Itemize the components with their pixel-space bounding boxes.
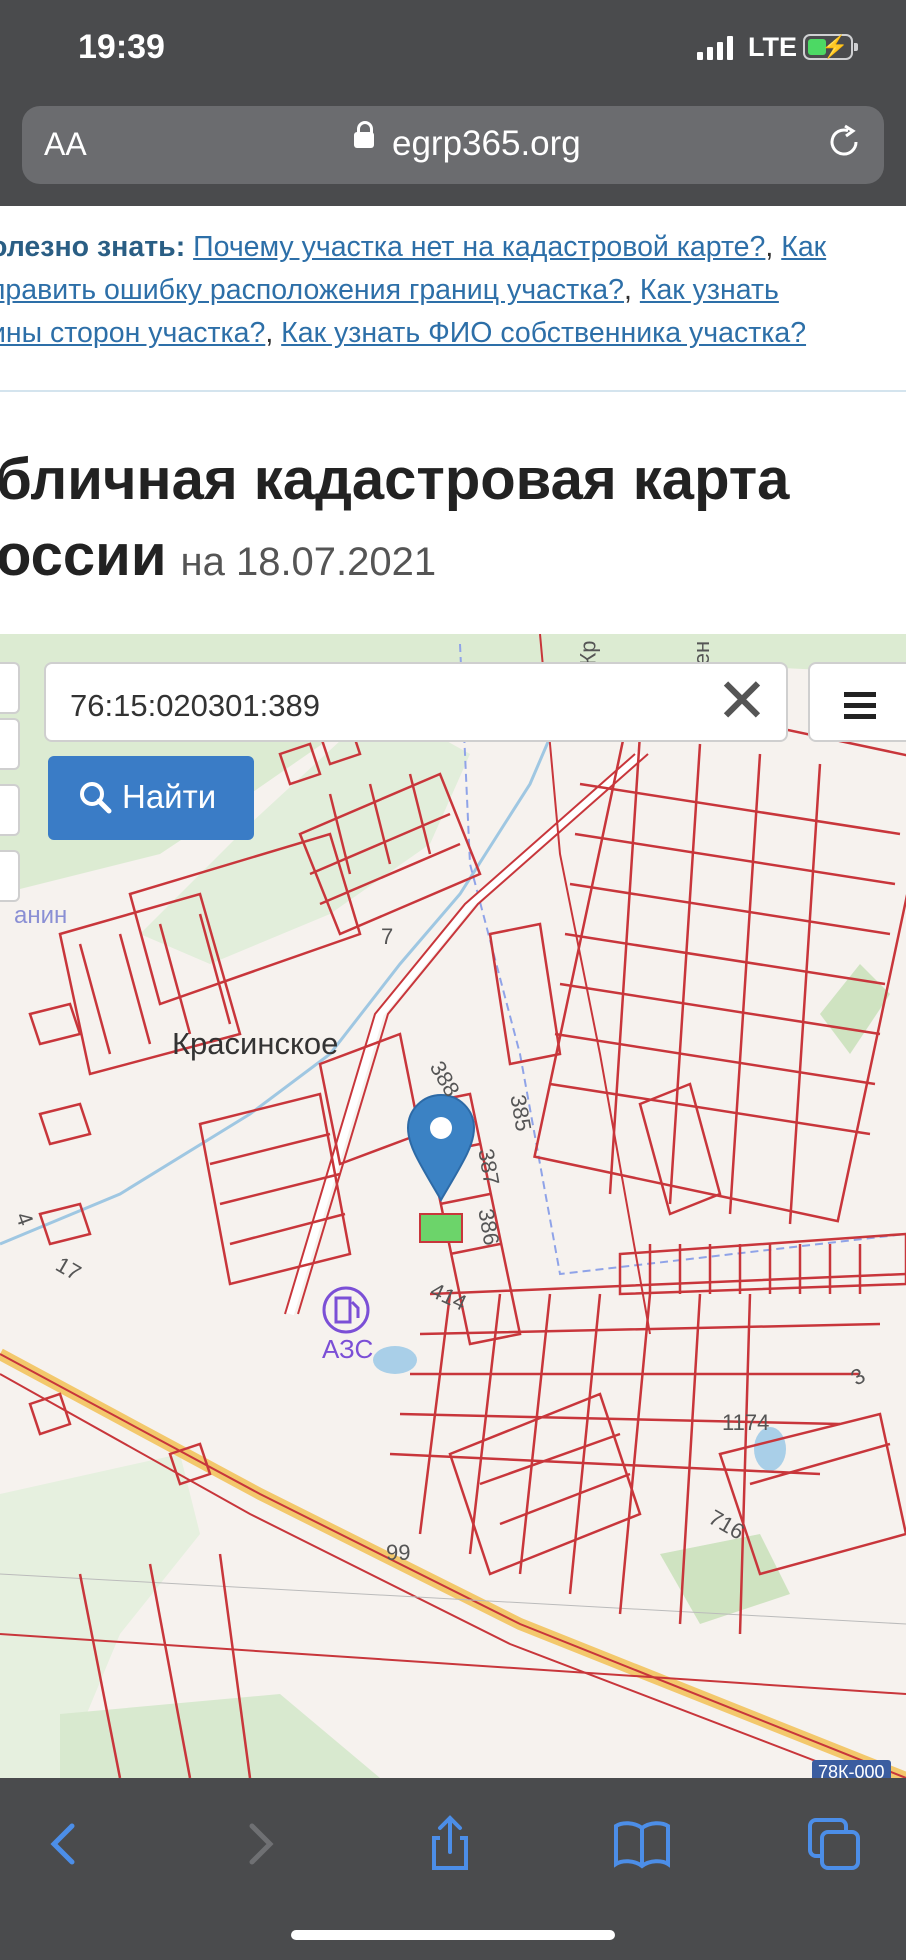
link-owner-name[interactable]: Как узнать ФИО собственника участка? <box>281 317 806 349</box>
hamburger-icon <box>844 692 876 725</box>
back-icon[interactable] <box>34 1814 94 1874</box>
menu-button[interactable] <box>808 662 906 742</box>
cadastral-map[interactable]: Красинское АЗС 7 388 385 387 386 414 117… <box>0 634 906 1778</box>
browser-toolbar <box>0 1778 906 1960</box>
link-fix-boundaries[interactable]: править ошибку расположения границ участ… <box>0 274 624 306</box>
tabs-icon[interactable] <box>804 1814 864 1874</box>
page-title-line2: оссии на 18.07.2021 <box>0 523 437 588</box>
zoom-out-button[interactable] <box>0 718 20 770</box>
find-button[interactable]: Найти <box>48 756 254 840</box>
link-how-know[interactable]: Как узнать <box>640 274 779 306</box>
find-label: Найти <box>122 778 217 815</box>
page-content: олезно знать: Почему участка нет на када… <box>0 206 906 1778</box>
cadastral-search[interactable]: 76:15:020301:389 ✕ <box>44 662 788 742</box>
map-control-button[interactable] <box>0 784 20 836</box>
zoom-in-button[interactable] <box>0 662 20 714</box>
plot-number[interactable]: 7 <box>381 924 393 950</box>
reload-icon[interactable] <box>826 124 862 160</box>
village-label: Красинское <box>172 1026 339 1061</box>
plot-number[interactable]: 1174 <box>722 1410 769 1436</box>
plot-number[interactable]: 99 <box>386 1540 410 1566</box>
home-indicator <box>291 1930 615 1940</box>
info-label: олезно знать: <box>0 231 186 263</box>
partial-label: анин <box>14 902 68 929</box>
map-date: на 18.07.2021 <box>180 540 437 584</box>
map-layer-button[interactable] <box>0 850 20 902</box>
search-icon <box>80 782 112 814</box>
useful-info: олезно знать: Почему участка нет на када… <box>0 226 906 355</box>
network-type: LTE <box>748 32 797 62</box>
lock-icon <box>354 121 374 148</box>
status-bar: 19:39 LTE ⚡ <box>0 0 906 104</box>
location-pin <box>406 1094 476 1202</box>
share-icon[interactable] <box>420 1814 480 1874</box>
battery-icon: ⚡ <box>803 34 858 60</box>
page-title: бличная кадастровая карта <box>0 447 790 512</box>
gas-station-label[interactable]: АЗС <box>322 1334 373 1365</box>
clock: 19:39 <box>78 28 165 66</box>
road-badge: 78К-000 <box>812 1760 891 1778</box>
link-how[interactable]: Как <box>781 231 826 263</box>
signal-icon <box>697 36 733 60</box>
link-no-plot[interactable]: Почему участка нет на кадастровой карте? <box>193 231 765 263</box>
forward-icon[interactable] <box>230 1814 290 1874</box>
browser-address-area: AA egrp365.org <box>0 104 906 206</box>
text-size-button[interactable]: AA <box>44 126 87 163</box>
link-side-lengths[interactable]: ины сторон участка? <box>0 317 265 349</box>
divider <box>0 390 906 392</box>
address-bar[interactable]: AA egrp365.org <box>22 106 884 184</box>
url-host[interactable]: egrp365.org <box>392 124 581 164</box>
search-input[interactable]: 76:15:020301:389 <box>70 688 320 724</box>
clear-icon[interactable]: ✕ <box>716 671 768 733</box>
bookmarks-icon[interactable] <box>612 1814 672 1874</box>
